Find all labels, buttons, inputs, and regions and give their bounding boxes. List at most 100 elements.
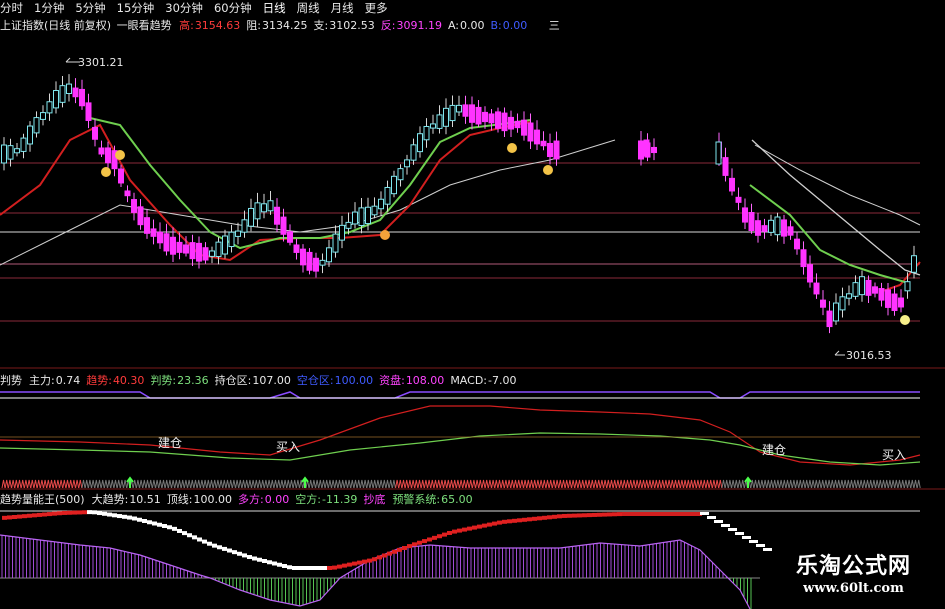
- trend-step: [763, 548, 772, 551]
- pulse-mark: [379, 479, 384, 489]
- pulse-mark: [340, 479, 345, 489]
- pulse-mark: [97, 479, 102, 489]
- pulse-mark: [228, 479, 233, 489]
- pulse-mark: [711, 479, 716, 489]
- pulse-mark: [590, 479, 595, 489]
- pulse-mark: [455, 479, 460, 489]
- stock-chart[interactable]: 3301.213016.53建仓 买入 建仓 买入: [0, 0, 945, 609]
- pulse-mark: [46, 479, 51, 489]
- pulse-mark: [724, 479, 729, 489]
- pulse-mark: [475, 479, 480, 489]
- candle-body: [911, 255, 917, 273]
- trend-step: [756, 544, 765, 547]
- candle-body: [410, 144, 417, 161]
- pulse-mark: [183, 479, 188, 489]
- pulse-mark: [507, 479, 512, 489]
- candle-body: [846, 293, 852, 299]
- pulse-mark: [30, 479, 35, 489]
- trend-step: [477, 524, 482, 529]
- pulse-mark: [766, 479, 771, 489]
- pulse-mark: [503, 479, 508, 489]
- trend-step: [87, 510, 92, 515]
- candle-body: [397, 168, 404, 181]
- trend-step: [647, 512, 652, 516]
- pulse-mark: [884, 479, 889, 489]
- trend-step: [672, 512, 677, 516]
- pulse-mark: [692, 479, 697, 489]
- pulse-mark: [436, 479, 441, 489]
- high-annotation: 3301.21: [78, 56, 124, 69]
- pulse-mark: [78, 479, 83, 489]
- pulse-mark: [615, 479, 620, 489]
- pulse-mark: [523, 479, 528, 489]
- candle-body: [202, 247, 209, 261]
- trend-step: [137, 517, 142, 522]
- candle-body: [826, 310, 833, 328]
- pulse-mark: [100, 479, 105, 489]
- pulse-mark: [561, 479, 566, 489]
- pulse-mark: [318, 479, 323, 489]
- trend-step: [42, 512, 47, 517]
- candle-body: [170, 236, 176, 255]
- signal-dot: [900, 315, 910, 325]
- trend-step: [627, 512, 632, 516]
- pulse-mark: [372, 479, 377, 489]
- trend-step: [597, 512, 602, 517]
- pulse-mark: [663, 479, 668, 489]
- candle-body: [885, 289, 891, 308]
- pulse-mark: [161, 479, 166, 489]
- trend-step: [282, 564, 287, 568]
- candle-body: [469, 104, 475, 123]
- candle-body: [222, 235, 228, 255]
- trend-step: [157, 522, 162, 527]
- candle-body: [241, 219, 248, 233]
- pulse-mark: [625, 479, 630, 489]
- pulse-mark: [17, 479, 22, 489]
- pulse-mark: [647, 479, 652, 489]
- pulse-mark: [775, 479, 780, 489]
- candle-body: [20, 137, 27, 152]
- signal-dot: [115, 150, 125, 160]
- trend-step: [632, 512, 637, 516]
- candle-body: [514, 120, 521, 129]
- pulse-mark: [670, 479, 675, 489]
- pulse-mark: [785, 479, 790, 489]
- candle-body: [839, 296, 846, 311]
- trend-step: [482, 523, 487, 528]
- pulse-mark: [878, 479, 883, 489]
- pulse-mark: [257, 479, 262, 489]
- pulse-mark: [599, 479, 604, 489]
- candle-body: [456, 104, 462, 113]
- candle-body: [332, 233, 339, 253]
- trend-step: [52, 511, 57, 516]
- pulse-mark: [449, 479, 454, 489]
- candle-body: [46, 101, 53, 114]
- pulse-mark: [171, 479, 176, 489]
- watermark-url: www.60lt.com: [803, 581, 904, 596]
- pulse-mark: [430, 479, 435, 489]
- trend-step: [442, 532, 447, 537]
- trend-step: [457, 528, 462, 533]
- pulse-mark: [91, 479, 96, 489]
- candle-body: [742, 207, 748, 223]
- pulse-mark: [433, 479, 438, 489]
- trend-step: [267, 560, 272, 565]
- pulse-mark: [820, 479, 825, 489]
- trend-step: [357, 560, 362, 565]
- candle-body: [488, 113, 495, 124]
- ma-line: [749, 184, 906, 283]
- trend-step: [387, 551, 392, 556]
- pulse-mark: [180, 479, 185, 489]
- pulse-mark: [471, 479, 476, 489]
- pulse-mark: [321, 479, 326, 489]
- pulse-mark: [788, 479, 793, 489]
- pulse-mark: [199, 479, 204, 489]
- pulse-mark: [900, 479, 905, 489]
- pulse-mark: [439, 479, 444, 489]
- candle-body: [735, 196, 742, 203]
- candle-body: [72, 87, 79, 98]
- trend-step: [402, 546, 407, 550]
- pulse-mark: [887, 479, 892, 489]
- pulse-mark: [718, 479, 723, 489]
- trend-step: [372, 557, 377, 562]
